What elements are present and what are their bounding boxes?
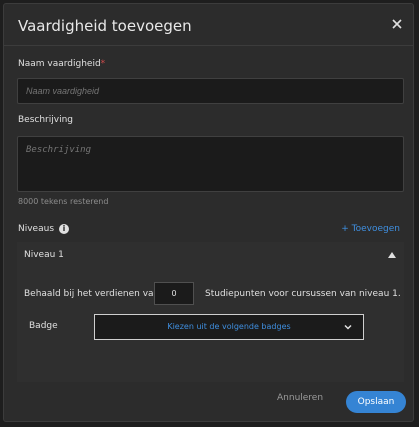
chars-remaining: 8000 tekens resterend [18,197,109,206]
description-label: Beschrijving [18,115,73,125]
badge-select-text: Kiezen uit de volgende badges [167,322,291,331]
collapse-caret-icon[interactable] [388,252,396,258]
add-level-button[interactable]: + Toevoegen [341,224,400,234]
levels-label: Niveaus [18,224,55,234]
chevron-down-icon [344,324,352,330]
level-title: Niveau 1 [24,250,64,260]
save-button[interactable]: Opslaan [346,391,406,413]
description-textarea[interactable] [17,136,404,192]
info-icon[interactable]: i [59,224,69,234]
points-input[interactable]: 0 [154,282,194,305]
dialog-title: Vaardigheid toevoegen [18,17,192,35]
name-input[interactable] [17,78,404,104]
level-panel: Niveau 1 Behaald bij het verdienen van 0… [17,242,404,382]
badge-label: Badge [29,321,58,331]
earned-prefix: Behaald bij het verdienen van [24,289,160,299]
name-label-text: Naam vaardigheid [18,59,101,69]
name-label: Naam vaardigheid* [18,59,105,69]
earned-suffix: Studiepunten voor cursussen van niveau 1… [205,289,401,299]
badge-select[interactable]: Kiezen uit de volgende badges [94,314,364,340]
header-divider [4,45,413,46]
cancel-button[interactable]: Annuleren [277,393,323,403]
required-marker: * [100,59,106,69]
add-skill-dialog: Vaardigheid toevoegen Naam vaardigheid* … [3,3,414,422]
close-icon[interactable] [389,16,405,32]
